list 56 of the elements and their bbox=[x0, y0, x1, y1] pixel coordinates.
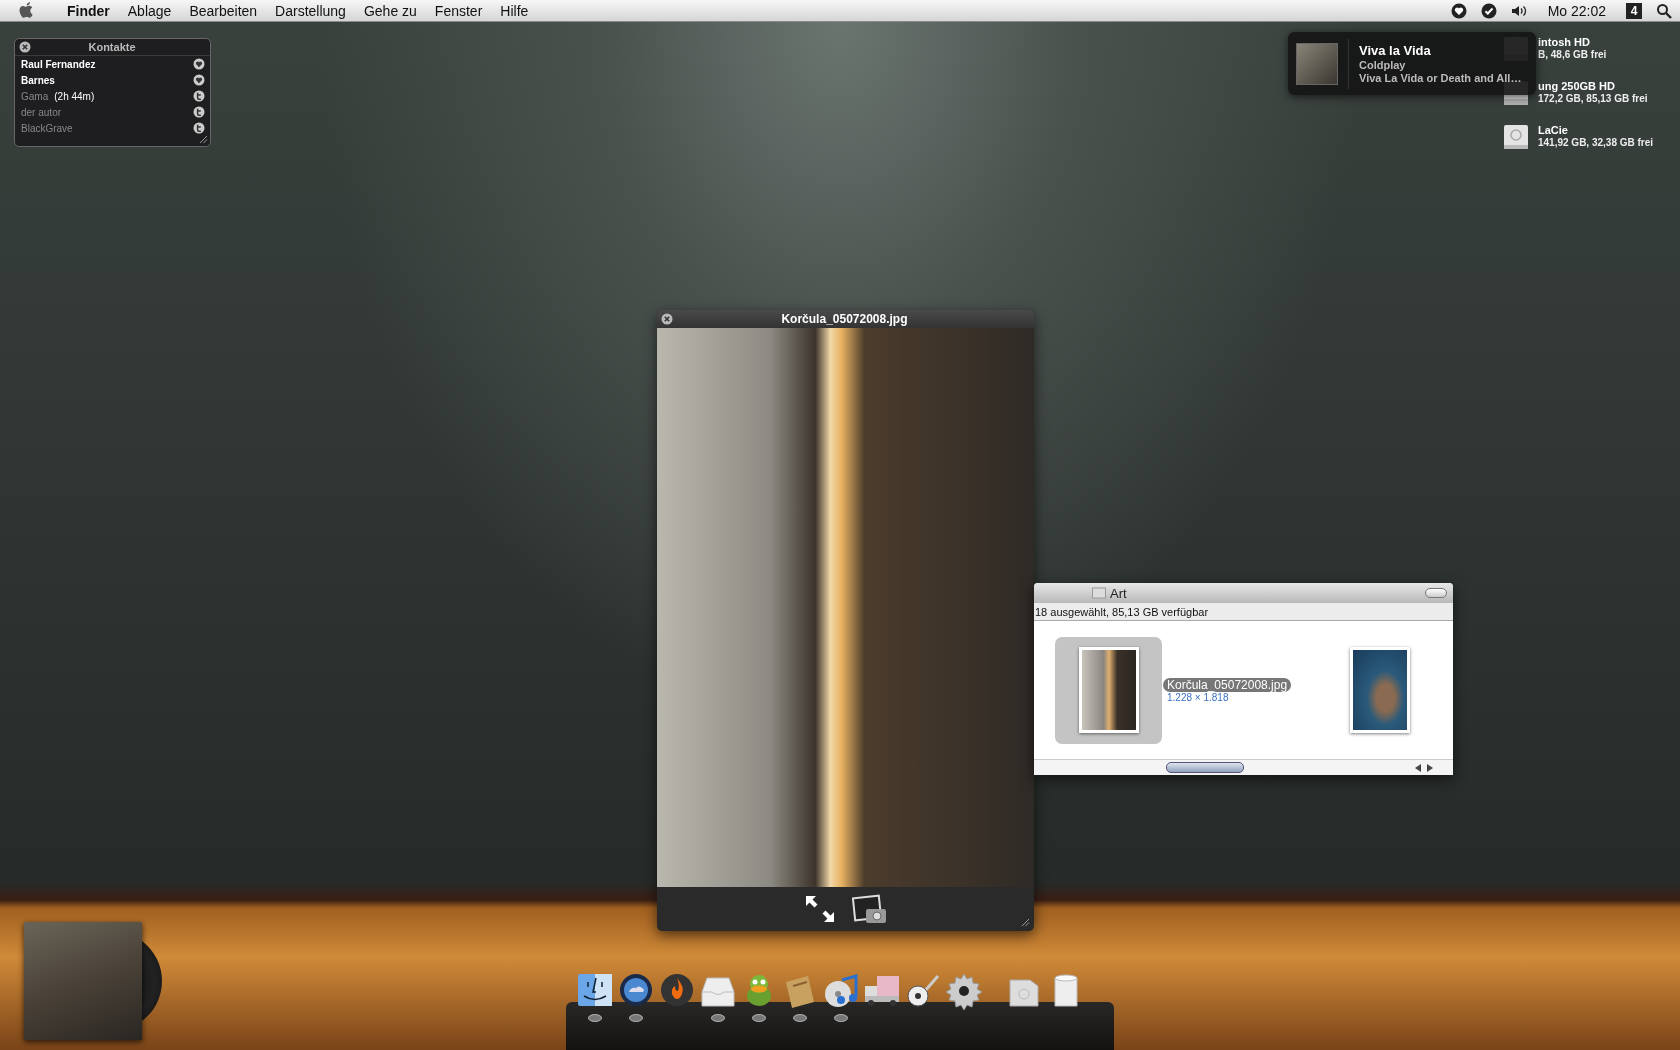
resize-grip-icon[interactable] bbox=[198, 134, 208, 144]
widget-title: Kontakte bbox=[87, 41, 137, 53]
album-cover-placeholder bbox=[1296, 42, 1338, 85]
heart-icon bbox=[193, 58, 205, 70]
guitar-icon[interactable] bbox=[904, 972, 942, 1010]
idle-time: (2h 44m) bbox=[54, 90, 95, 102]
drive-name[interactable]: LaCie bbox=[1538, 124, 1654, 136]
menu-item[interactable]: Gehe zu bbox=[363, 2, 417, 19]
status-text: 18 ausgewählt, 85,13 GB verfügbar bbox=[1034, 603, 1453, 621]
image-dimensions: 1.228 × 1.818 bbox=[1166, 691, 1229, 703]
window-title: Art bbox=[1110, 585, 1127, 601]
app-menu[interactable]: Finder bbox=[67, 2, 110, 19]
scroll-left-icon[interactable] bbox=[1415, 763, 1421, 772]
menu-item[interactable]: Hilfe bbox=[500, 2, 529, 19]
drive-name[interactable]: ung 250GB HD bbox=[1538, 80, 1648, 92]
contact-name[interactable]: der autor bbox=[21, 106, 62, 118]
spaces-indicator[interactable]: 4 bbox=[1626, 2, 1642, 19]
drive-name[interactable]: intosh HD bbox=[1538, 36, 1607, 48]
image-thumbnail[interactable] bbox=[1078, 647, 1139, 733]
contact-name[interactable]: Raul Fernandez bbox=[21, 58, 96, 70]
folder-icon bbox=[1092, 587, 1106, 599]
album-name: Viva La Vida or Death and All… bbox=[1359, 72, 1522, 84]
menu-item[interactable]: Darstellung bbox=[275, 2, 346, 19]
selection-highlight[interactable] bbox=[1055, 636, 1162, 744]
resize-grip-icon[interactable] bbox=[1020, 917, 1030, 927]
close-icon[interactable] bbox=[661, 313, 673, 325]
close-icon[interactable] bbox=[19, 41, 31, 53]
artist-name: Coldplay bbox=[1359, 59, 1406, 71]
window-title: Korčula_05072008.jpg bbox=[780, 312, 909, 326]
menu-item[interactable]: Bearbeiten bbox=[189, 2, 258, 19]
menu-clock[interactable]: Mo 22:02 bbox=[1547, 2, 1606, 19]
music-icon[interactable] bbox=[822, 972, 860, 1010]
toolbar-toggle-button[interactable] bbox=[1425, 588, 1447, 598]
apple-logo-icon[interactable] bbox=[18, 1, 35, 20]
search-icon[interactable] bbox=[1656, 2, 1672, 19]
scrollbar-thumb[interactable] bbox=[1166, 762, 1244, 773]
contact-name[interactable]: BlackGrave bbox=[21, 122, 73, 134]
fullscreen-icon[interactable] bbox=[803, 894, 836, 924]
song-title: Viva la Vida bbox=[1359, 43, 1431, 58]
menu-item[interactable]: Fenster bbox=[434, 2, 483, 19]
menu-item[interactable]: Ablage bbox=[127, 2, 172, 19]
twitter-icon bbox=[193, 122, 205, 134]
twitter-icon bbox=[193, 90, 205, 102]
file-name[interactable]: Korčula_05072008.jpg bbox=[1163, 677, 1292, 692]
drive-info: B, 48,6 GB frei bbox=[1538, 49, 1607, 60]
contact-name[interactable]: Gama bbox=[21, 90, 49, 102]
volume-icon[interactable] bbox=[1510, 3, 1528, 18]
heart-icon bbox=[193, 74, 205, 86]
drive-info: 141,92 GB, 32,38 GB frei bbox=[1538, 137, 1654, 148]
add-to-iphoto-icon[interactable] bbox=[851, 893, 888, 925]
twitter-icon bbox=[193, 106, 205, 118]
checkmark-icon[interactable] bbox=[1480, 2, 1497, 19]
contact-name[interactable]: Barnes bbox=[21, 74, 55, 86]
drive-info: 172,2 GB, 85,13 GB frei bbox=[1538, 93, 1648, 104]
scroll-right-icon[interactable] bbox=[1427, 763, 1433, 772]
settings-icon[interactable] bbox=[945, 972, 983, 1010]
